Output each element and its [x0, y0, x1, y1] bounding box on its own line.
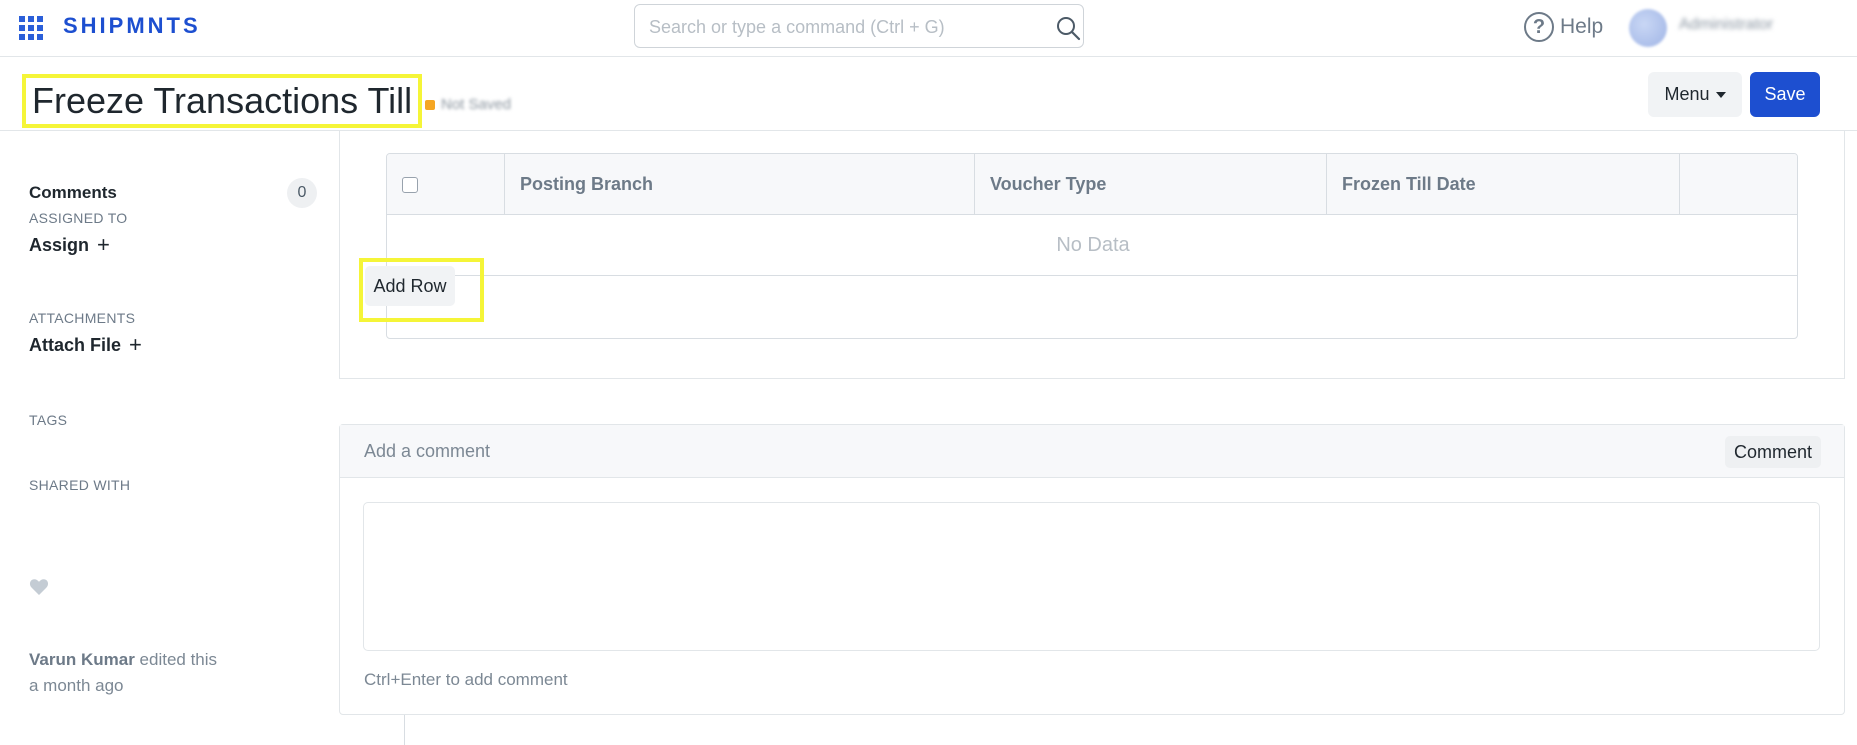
comment-box: Add a comment Comment Ctrl+Enter to add …: [339, 424, 1845, 715]
search-icon[interactable]: [1055, 15, 1081, 41]
select-all-checkbox[interactable]: [402, 176, 418, 193]
avatar[interactable]: [1629, 9, 1667, 47]
apps-grid-icon[interactable]: [19, 16, 43, 40]
form-section: Posting Branch Voucher Type Frozen Till …: [339, 131, 1845, 379]
comments-label: Comments: [29, 183, 117, 202]
column-frozen-till-date: Frozen Till Date: [1327, 154, 1680, 215]
add-row-button[interactable]: Add Row: [365, 266, 455, 306]
attach-file-label: Attach File: [29, 334, 122, 355]
assign-button[interactable]: Assign +: [29, 234, 110, 256]
shared-with-label: SHARED WITH: [29, 477, 131, 493]
title-highlight: Freeze Transactions Till: [22, 74, 423, 128]
navbar: SHIPMNTS ? Help Administrator: [0, 0, 1857, 57]
page-head: Freeze Transactions Till Not Saved Menu …: [0, 57, 1857, 131]
heart-icon[interactable]: [29, 578, 49, 596]
attachments-label: ATTACHMENTS: [29, 310, 136, 326]
table-header: Posting Branch Voucher Type Frozen Till …: [387, 154, 1797, 215]
column-voucher-type: Voucher Type: [975, 154, 1327, 215]
search-input[interactable]: [649, 14, 1029, 40]
status-indicator: Not Saved: [425, 96, 511, 113]
status-text: Not Saved: [441, 96, 512, 113]
activity-user[interactable]: Varun Kumar: [29, 650, 135, 669]
menu-button[interactable]: Menu: [1648, 72, 1742, 117]
menu-label: Menu: [1664, 84, 1710, 104]
help-label: Help: [1560, 15, 1604, 38]
search-bar[interactable]: [634, 4, 1084, 48]
comment-hint: Ctrl+Enter to add comment: [364, 670, 568, 689]
column-posting-branch: Posting Branch: [505, 154, 975, 215]
form-sidebar: Comments 0 ASSIGNED TO Assign + ATTACHME…: [0, 132, 330, 745]
add-row-highlight: Add Row: [359, 258, 484, 322]
frozen-transactions-table: Posting Branch Voucher Type Frozen Till …: [386, 153, 1798, 339]
help-icon: ?: [1524, 12, 1554, 42]
timeline-line: [404, 715, 405, 745]
activity-action: edited this: [139, 650, 218, 669]
brand-logo[interactable]: SHIPMNTS: [63, 13, 201, 39]
assign-label: Assign: [29, 234, 90, 255]
tags-label: TAGS: [29, 412, 68, 428]
comments-link[interactable]: Comments 0: [29, 178, 317, 208]
comments-count-badge: 0: [287, 178, 317, 208]
comment-editor[interactable]: [363, 502, 1820, 651]
attach-file-button[interactable]: Attach File +: [29, 334, 142, 356]
status-dot: [425, 99, 435, 110]
comment-button[interactable]: Comment: [1725, 436, 1821, 468]
activity-time: a month ago: [29, 676, 124, 695]
page-title: Freeze Transactions Till: [32, 80, 413, 121]
help-dropdown[interactable]: ? Help: [1524, 11, 1603, 43]
comment-header: Add a comment Comment: [340, 425, 1844, 478]
assigned-to-label: ASSIGNED TO: [29, 210, 128, 226]
save-button[interactable]: Save: [1750, 72, 1820, 117]
caret-down-icon: [1715, 91, 1726, 98]
user-menu[interactable]: Administrator: [1679, 16, 1829, 36]
plus-icon: +: [97, 232, 110, 257]
select-all-cell: [387, 154, 505, 215]
comment-placeholder[interactable]: Add a comment: [364, 441, 490, 462]
no-data-message: No Data: [387, 215, 1797, 276]
activity-log: Varun Kumar edited this a month ago: [29, 647, 289, 699]
column-settings[interactable]: [1680, 154, 1797, 215]
plus-icon: +: [129, 332, 142, 357]
